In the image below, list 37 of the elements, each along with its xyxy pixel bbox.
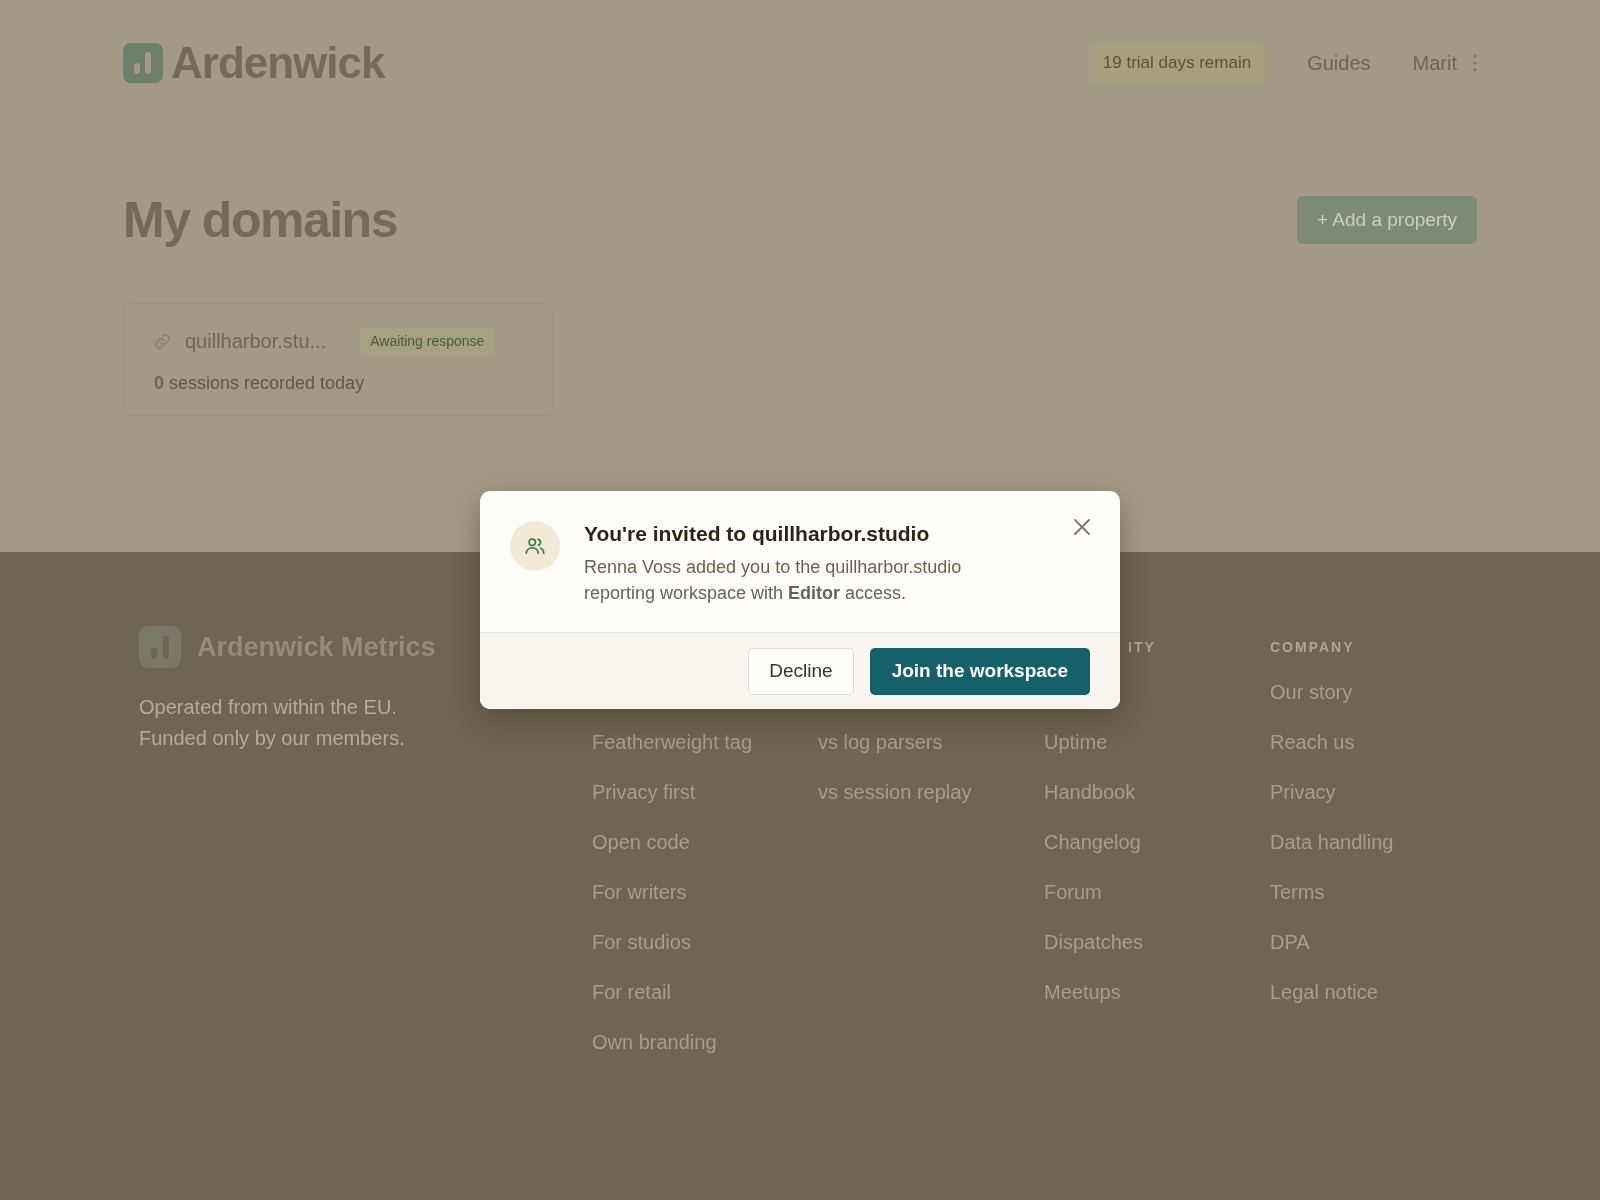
footer-link[interactable]: For writers — [592, 880, 818, 930]
footer-link[interactable]: vs log parsers — [818, 730, 1044, 780]
footer-link[interactable]: Dispatches — [1044, 930, 1270, 980]
footer-link[interactable]: Privacy — [1270, 780, 1496, 830]
footer-link[interactable]: Reach us — [1270, 730, 1496, 780]
decline-button[interactable]: Decline — [748, 648, 854, 695]
footer-link[interactable]: Featherweight tag — [592, 730, 818, 780]
footer-link[interactable]: Changelog — [1044, 830, 1270, 880]
footer-link[interactable]: Own branding — [592, 1030, 818, 1080]
column-heading: ITY — [1127, 638, 1157, 656]
footer-link[interactable]: Data handling — [1270, 830, 1496, 880]
column-heading: COMPANY — [1270, 638, 1356, 656]
dialog-message: Renna Voss added you to the quillharbor.studio reporting workspace with Editor access. — [584, 556, 963, 606]
footer-link[interactable]: Meetups — [1044, 980, 1270, 1030]
logo-icon — [139, 626, 181, 668]
people-icon — [510, 521, 560, 571]
trial-badge: 19 trial days remain — [1088, 43, 1266, 83]
footer-link[interactable]: Legal notice — [1270, 980, 1496, 1030]
footer-link[interactable]: Terms — [1270, 880, 1496, 930]
footer-link[interactable]: Handbook — [1044, 780, 1270, 830]
dialog-title: You're invited to quillharbor.studio — [584, 521, 931, 547]
tagline-text: Operated from within the EU. — [139, 695, 398, 720]
footer-link[interactable]: For studios — [592, 930, 818, 980]
status-badge: Awaiting response — [360, 326, 495, 356]
footer-link[interactable]: DPA — [1270, 930, 1496, 980]
footer-link[interactable]: Privacy first — [592, 780, 818, 830]
footer-link[interactable]: Uptime — [1044, 730, 1270, 780]
add-property-button[interactable]: + Add a property — [1297, 195, 1477, 245]
footer-link[interactable]: Our story — [1270, 680, 1496, 730]
join-button[interactable]: Join the workspace — [869, 648, 1090, 695]
tagline-text: Funded only by our members. — [139, 726, 406, 751]
footer-link[interactable]: vs session replay — [818, 780, 1044, 830]
link-icon — [154, 332, 171, 350]
logo-icon — [123, 43, 163, 83]
footer-link[interactable]: Open code — [592, 830, 818, 880]
footer-link[interactable]: Forum — [1044, 880, 1270, 930]
footer-link[interactable]: For retail — [592, 980, 818, 1030]
